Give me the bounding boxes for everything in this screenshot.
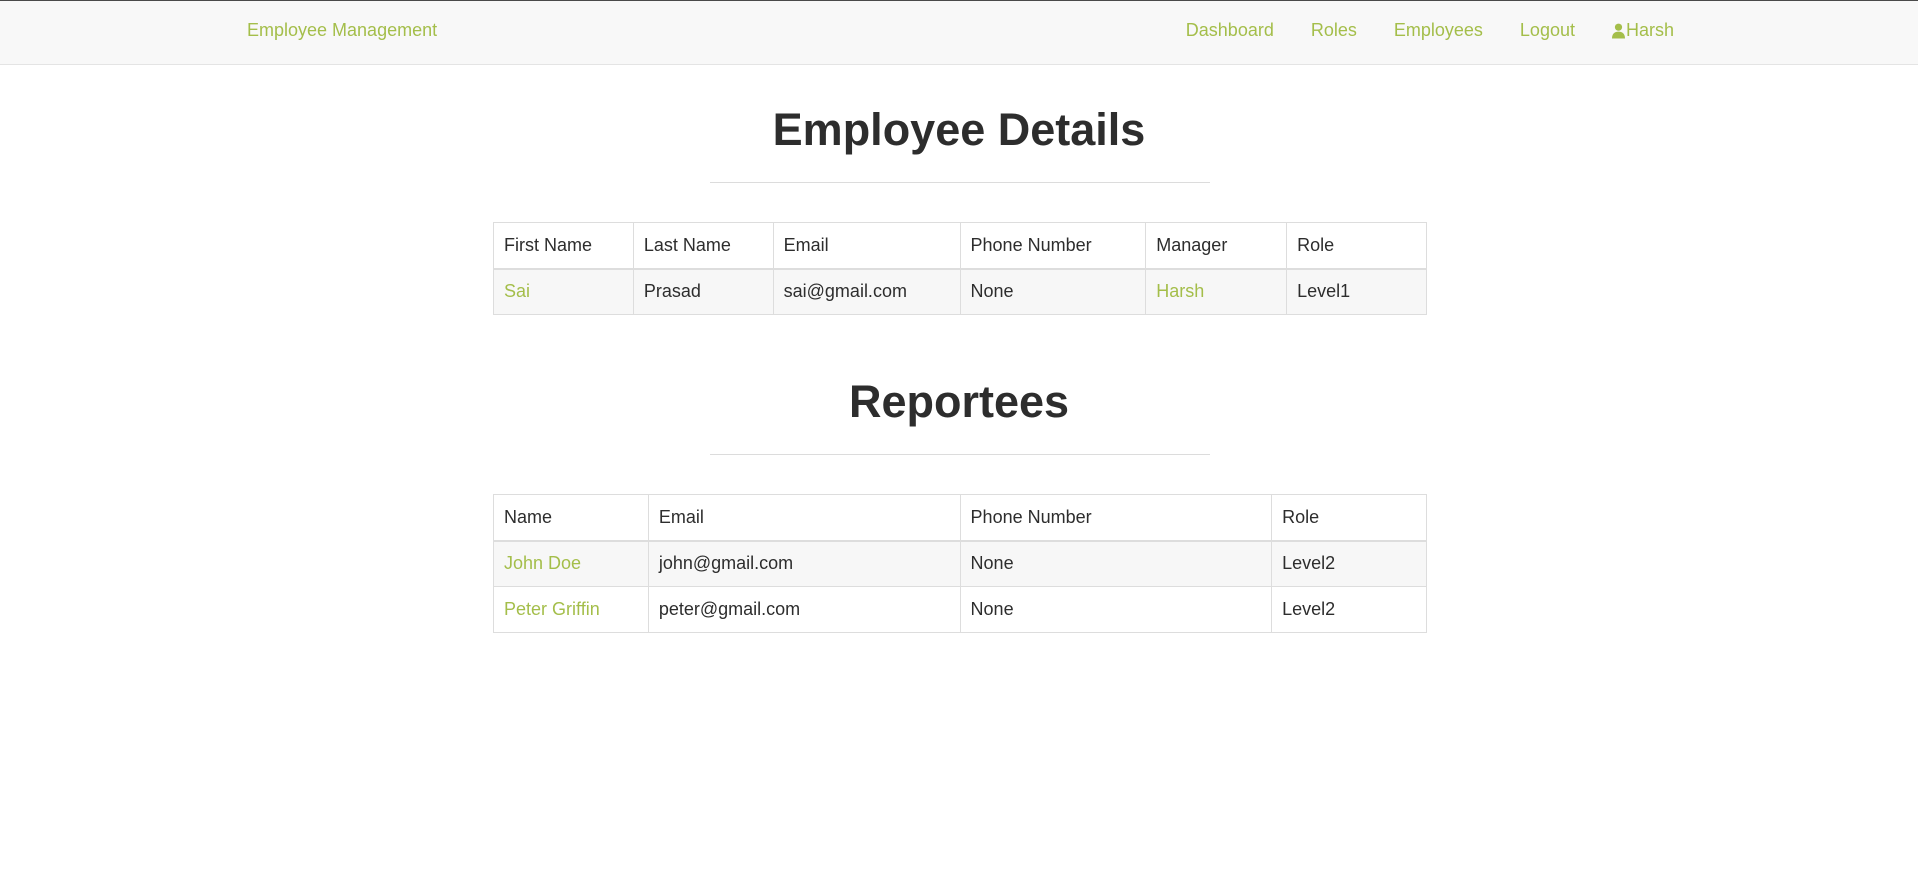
- column-header: Email: [647, 494, 961, 542]
- first-name-link[interactable]: Sai: [493, 268, 634, 315]
- user-name: Harsh: [1625, 20, 1674, 40]
- employee-details-title: Employee Details: [772, 104, 1146, 155]
- table-row: John Doe john@gmail.com None Level2: [493, 540, 1427, 587]
- table-header-row: First Name Last Name Email Phone Number …: [493, 222, 1427, 270]
- nav-links: Dashboard Roles Employees Logout Harsh: [1186, 20, 1674, 41]
- column-header: First Name: [493, 222, 634, 270]
- phone-cell: None: [959, 268, 1147, 315]
- nav-user[interactable]: Harsh: [1611, 20, 1674, 41]
- email-cell: sai@gmail.com: [772, 268, 961, 315]
- role-cell: Level2: [1271, 586, 1427, 633]
- phone-cell: None: [959, 540, 1273, 587]
- user-icon: [1611, 23, 1625, 39]
- table-header-row: Name Email Phone Number Role: [493, 494, 1427, 542]
- last-name-cell: Prasad: [632, 268, 774, 315]
- brand-link[interactable]: Employee Management: [247, 20, 437, 41]
- column-header: Last Name: [632, 222, 774, 270]
- nav-logout[interactable]: Logout: [1520, 20, 1575, 41]
- phone-cell: None: [959, 586, 1273, 633]
- column-header: Role: [1271, 494, 1427, 542]
- navbar: Employee Management Dashboard Roles Empl…: [0, 0, 1918, 65]
- employee-details-table: First Name Last Name Email Phone Number …: [493, 222, 1427, 315]
- title-divider: [710, 182, 1210, 183]
- email-cell: john@gmail.com: [647, 540, 961, 587]
- reportees-title: Reportees: [848, 376, 1070, 427]
- column-header: Phone Number: [959, 222, 1147, 270]
- nav-roles[interactable]: Roles: [1311, 20, 1357, 41]
- reportee-name-link[interactable]: Peter Griffin: [493, 586, 649, 633]
- reportee-name-link[interactable]: John Doe: [493, 540, 649, 587]
- table-row: Sai Prasad sai@gmail.com None Harsh Leve…: [493, 268, 1427, 315]
- title-divider: [710, 454, 1210, 455]
- column-header: Manager: [1145, 222, 1288, 270]
- table-row: Peter Griffin peter@gmail.com None Level…: [493, 586, 1427, 633]
- nav-employees[interactable]: Employees: [1394, 20, 1483, 41]
- reportees-table: Name Email Phone Number Role John Doe jo…: [493, 494, 1427, 633]
- email-cell: peter@gmail.com: [647, 586, 961, 633]
- column-header: Role: [1286, 222, 1427, 270]
- column-header: Name: [493, 494, 649, 542]
- column-header: Email: [772, 222, 961, 270]
- column-header: Phone Number: [959, 494, 1273, 542]
- manager-link[interactable]: Harsh: [1145, 268, 1288, 315]
- role-cell: Level1: [1286, 268, 1427, 315]
- role-cell: Level2: [1271, 540, 1427, 587]
- nav-dashboard[interactable]: Dashboard: [1186, 20, 1274, 41]
